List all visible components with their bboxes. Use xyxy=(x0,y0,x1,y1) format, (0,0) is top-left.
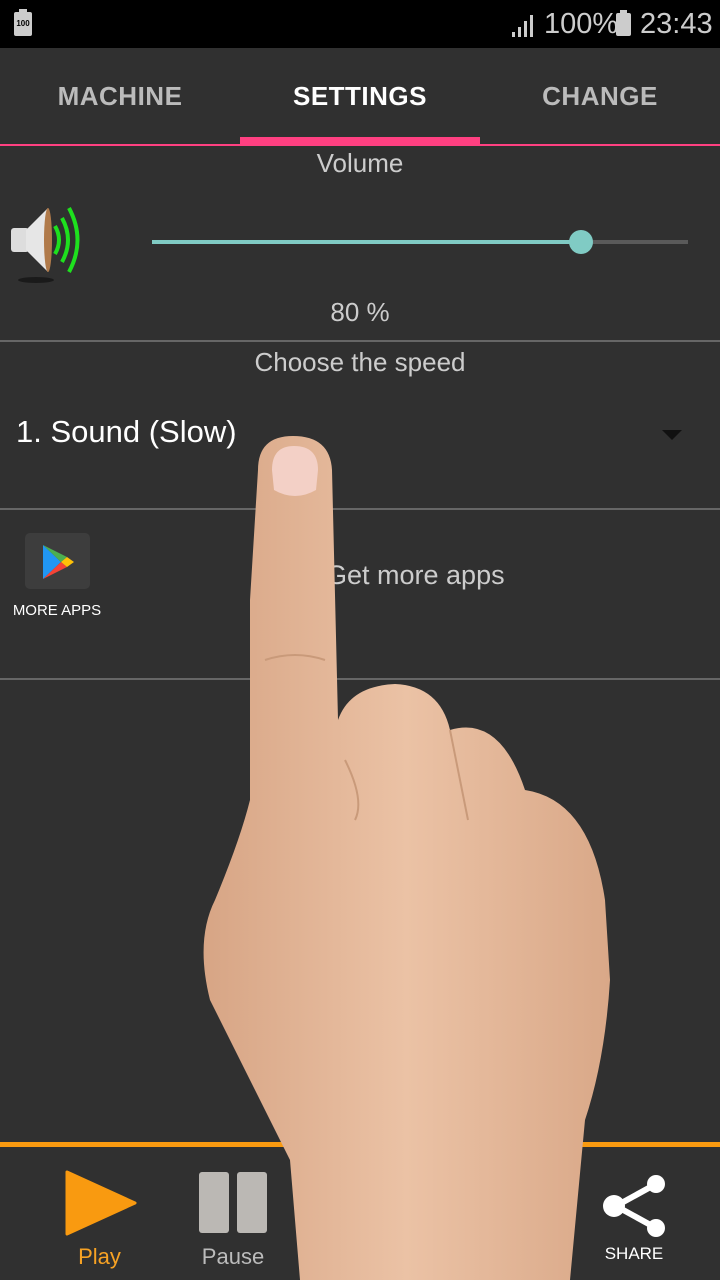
play-label: Play xyxy=(78,1244,121,1269)
share-button[interactable]: SHARE xyxy=(594,1174,674,1270)
speaker-icon xyxy=(11,207,80,283)
battery-saver-label: 100 xyxy=(16,19,30,28)
volume-title: Volume xyxy=(316,148,404,178)
more-apps-label: MORE APPS xyxy=(12,602,102,619)
more-apps-row[interactable]: MORE APPS Get more apps xyxy=(0,512,720,678)
divider xyxy=(0,678,720,680)
divider xyxy=(0,340,720,342)
divider xyxy=(0,508,720,510)
pause-button[interactable]: Pause xyxy=(190,1170,276,1270)
play-button[interactable]: Play xyxy=(52,1170,147,1270)
share-icon xyxy=(603,1175,665,1237)
volume-thumb[interactable] xyxy=(568,230,593,254)
get-more-apps-link[interactable]: Get more apps xyxy=(326,560,505,591)
tab-indicator xyxy=(240,137,480,145)
battery-saver-icon: 100 xyxy=(14,9,32,36)
battery-percent: 100% xyxy=(544,8,619,40)
bottom-bar: Play Pause SHARE xyxy=(0,1142,720,1280)
volume-slider[interactable] xyxy=(152,224,688,260)
clock: 23:43 xyxy=(640,8,713,40)
bottom-bar-line xyxy=(0,1142,720,1147)
speed-title: Choose the speed xyxy=(254,347,466,377)
share-label: SHARE xyxy=(604,1244,664,1263)
tab-settings[interactable]: SETTINGS xyxy=(240,48,480,144)
speed-dropdown[interactable]: 1. Sound (Slow) xyxy=(0,392,720,492)
volume-value: 80 % xyxy=(330,297,390,327)
status-bar: 100 100% 23:43 xyxy=(0,0,720,48)
play-store-icon xyxy=(43,545,74,579)
tab-change[interactable]: CHANGE xyxy=(480,48,720,144)
play-icon xyxy=(65,1170,137,1236)
signal-icon xyxy=(512,15,533,37)
tab-machine[interactable]: MACHINE xyxy=(0,48,240,144)
tab-bar: MACHINE SETTINGS CHANGE xyxy=(0,48,720,146)
play-store-button[interactable] xyxy=(25,533,90,589)
dropdown-arrow-icon xyxy=(662,430,682,440)
battery-icon xyxy=(616,10,631,36)
volume-fill xyxy=(152,240,581,244)
pause-label: Pause xyxy=(201,1244,265,1269)
pause-icon xyxy=(199,1172,267,1233)
speed-selected: 1. Sound (Slow) xyxy=(16,414,237,449)
